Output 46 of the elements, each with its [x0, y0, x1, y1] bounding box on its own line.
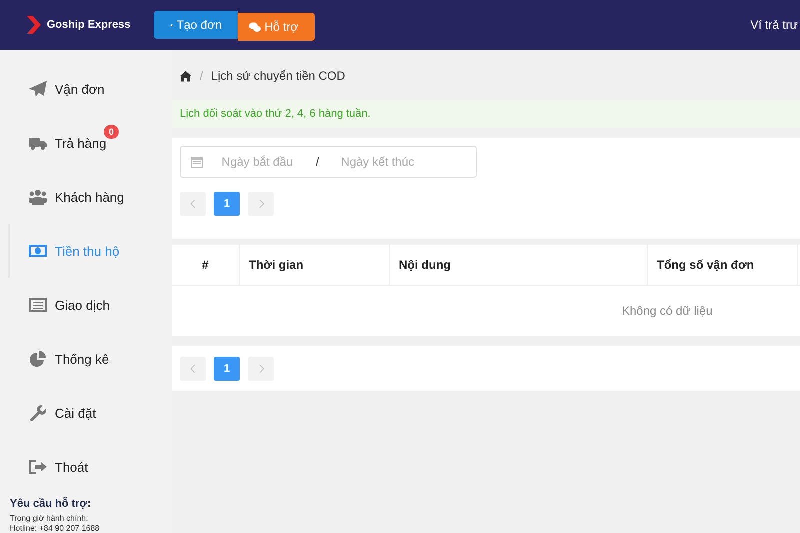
sidebar-item[interactable]: Vận đơn [8, 62, 172, 116]
notice-banner: Lịch đối soát vào thứ 2, 4, 6 hàng tuần. [172, 100, 800, 128]
column-header: Tổng số vận đơn [648, 245, 798, 285]
chevron-right-icon [258, 365, 264, 373]
wrench-icon [29, 405, 47, 421]
column-header: Thời gian [240, 245, 390, 285]
chevron-logo-icon [27, 16, 41, 34]
count-badge: 0 [104, 125, 120, 139]
paper-plane-icon [29, 81, 47, 97]
truck-icon [29, 135, 47, 151]
date-range-field[interactable]: Ngày bắt đầu / Ngày kết thúc [180, 146, 477, 178]
support-text: Hotline: +84 90 207 1688 [10, 524, 101, 533]
create-order-button[interactable]: Tạo đơn [154, 11, 238, 39]
support-text: Trong giờ hành chính: [10, 514, 90, 524]
column-header: # [172, 245, 240, 285]
sidebar-item[interactable]: Cài đặt [8, 386, 172, 440]
banknote-icon [29, 243, 47, 259]
chat-bubbles-icon [248, 22, 261, 32]
support-title: Yêu cầu hỗ trợ: [10, 498, 92, 510]
empty-message: Không có dữ liệu [622, 304, 713, 318]
wallet-link[interactable]: Ví trả trư [750, 18, 798, 32]
sidebar-item[interactable]: Khách hàng [8, 170, 172, 224]
previous-page-button[interactable] [180, 192, 206, 216]
previous-page-button[interactable] [180, 357, 206, 381]
start-date-input[interactable]: Ngày bắt đầu [203, 154, 312, 170]
chevron-left-icon [190, 365, 196, 373]
date-separator: / [316, 155, 320, 169]
chevron-right-icon [258, 200, 264, 208]
breadcrumb-separator: / [200, 69, 204, 83]
people-icon [29, 189, 47, 205]
sidebar-item[interactable]: Giao dịch [8, 278, 172, 332]
home-icon[interactable] [180, 70, 192, 82]
next-page-button[interactable] [248, 192, 274, 216]
column-header: Nội dung [390, 245, 648, 285]
pie-chart-icon [29, 351, 47, 367]
chevron-left-icon [190, 200, 196, 208]
calendar-icon [191, 156, 203, 168]
end-date-input[interactable]: Ngày kết thúc [323, 154, 432, 170]
next-page-button[interactable] [248, 357, 274, 381]
sidebar-item[interactable]: Trả hàng 0 [8, 116, 172, 170]
breadcrumb-current: Lịch sử chuyển tiền COD [211, 69, 346, 83]
exit-arrow-icon [29, 459, 47, 475]
sidebar-item[interactable]: Thoát [8, 440, 172, 494]
brand-name: Goship Express [47, 19, 131, 31]
list-icon [29, 297, 47, 313]
sidebar-item[interactable]: Thống kê [8, 332, 172, 386]
